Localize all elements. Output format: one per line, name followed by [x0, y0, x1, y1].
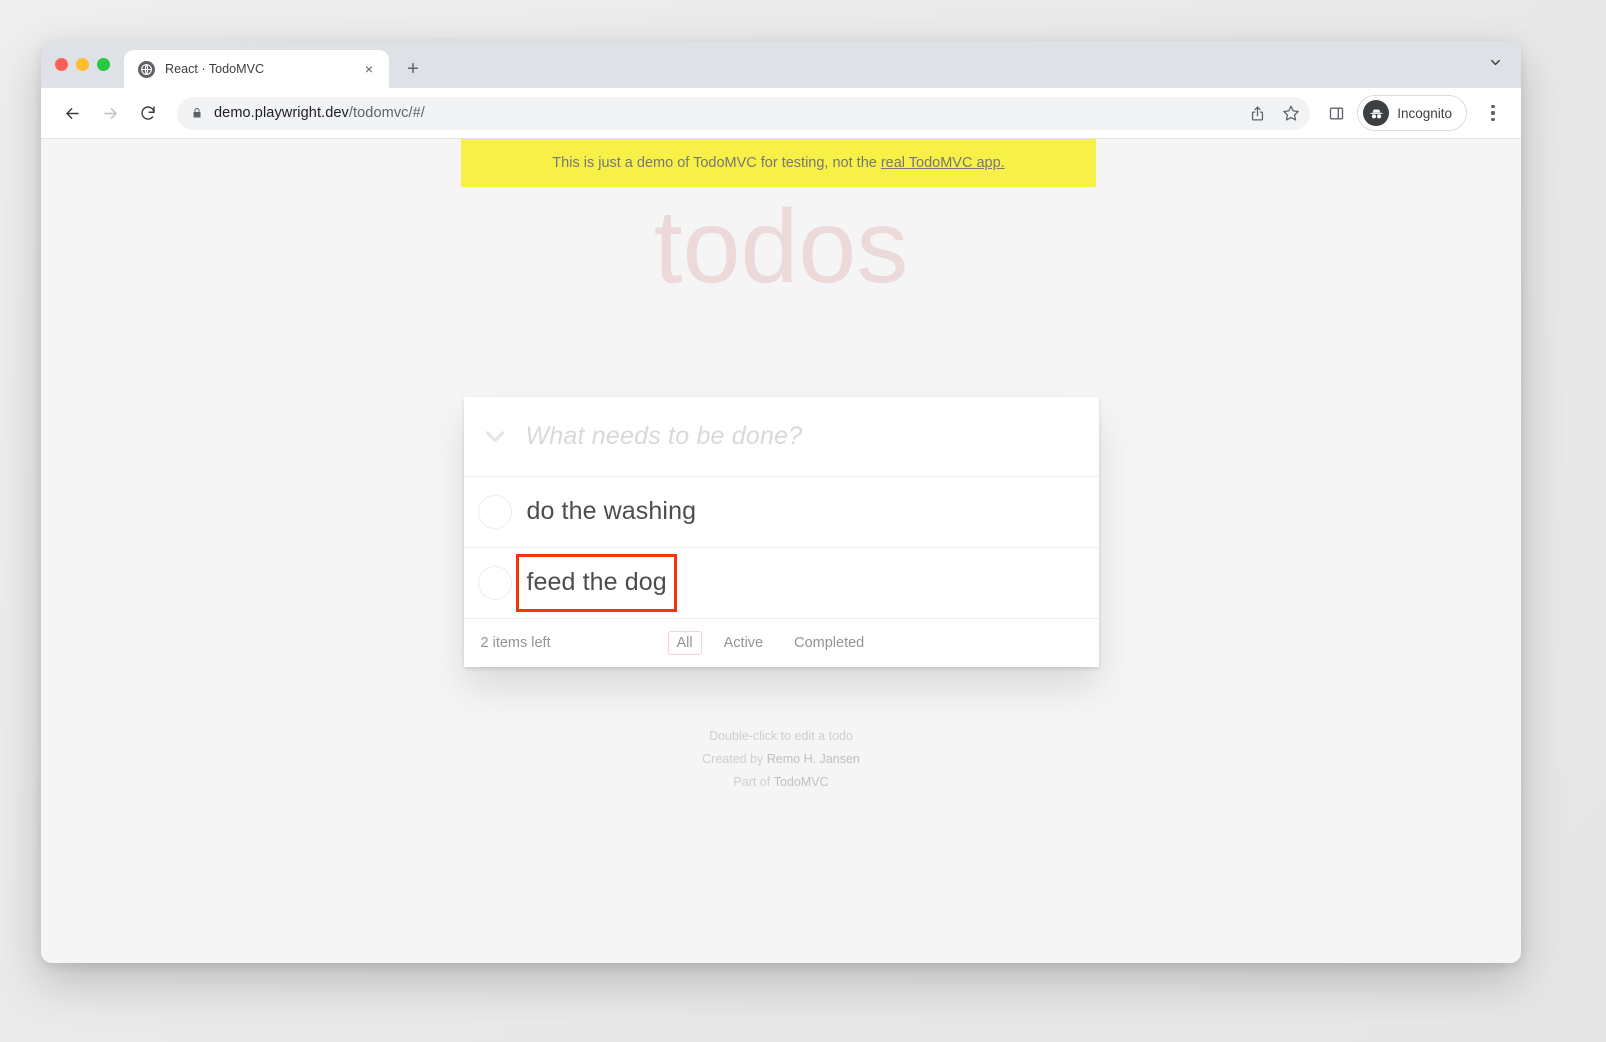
desktop-background: React · TodoMVC × + demo.playwright.dev/… — [0, 0, 1606, 1042]
browser-toolbar: demo.playwright.dev/todomvc/#/ Incognito — [41, 88, 1521, 139]
todo-list-item[interactable]: feed the dog — [463, 548, 1099, 619]
todo-filters: All Active Completed — [667, 630, 874, 655]
todo-app-card: What needs to be done? do the washing fe… — [463, 396, 1099, 667]
info-created-prefix: Created by — [702, 751, 767, 766]
info-line-part-of: Part of TodoMVC — [41, 771, 1521, 794]
url-path: /todomvc/#/ — [348, 105, 425, 121]
browser-tab[interactable]: React · TodoMVC × — [124, 50, 389, 88]
incognito-indicator[interactable]: Incognito — [1357, 95, 1467, 131]
url-text: demo.playwright.dev/todomvc/#/ — [214, 105, 425, 121]
toggle-all-chevron-down-icon[interactable] — [464, 421, 526, 451]
back-button[interactable] — [55, 96, 89, 130]
address-bar[interactable]: demo.playwright.dev/todomvc/#/ — [177, 96, 1311, 130]
page-title: todos — [653, 189, 909, 305]
info-author: Remo H. Jansen — [766, 751, 860, 766]
share-icon[interactable] — [1249, 105, 1266, 122]
window-traffic-lights — [55, 41, 124, 88]
maximize-window-button[interactable] — [97, 58, 110, 71]
filter-completed[interactable]: Completed — [785, 631, 873, 655]
filter-active[interactable]: Active — [715, 631, 773, 655]
filter-all[interactable]: All — [667, 630, 702, 655]
browser-menu-icon[interactable] — [1479, 96, 1507, 130]
incognito-icon — [1363, 100, 1390, 126]
todo-count: 2 items left — [480, 634, 551, 651]
new-todo-input[interactable]: What needs to be done? — [526, 422, 1099, 451]
new-tab-button[interactable]: + — [398, 54, 428, 84]
forward-button[interactable] — [93, 96, 127, 130]
app-info-footer: Double-click to edit a todo Created by R… — [41, 725, 1521, 794]
page-viewport: This is just a demo of TodoMVC for testi… — [41, 139, 1521, 963]
globe-icon — [138, 60, 155, 78]
side-panel-icon[interactable] — [1328, 105, 1345, 122]
toolbar-right-controls: Incognito — [1322, 95, 1507, 131]
browser-window: React · TodoMVC × + demo.playwright.dev/… — [41, 41, 1521, 963]
minimize-window-button[interactable] — [76, 58, 89, 71]
todo-toggle-checkbox[interactable] — [464, 565, 526, 600]
new-todo-row: What needs to be done? — [463, 397, 1099, 477]
todo-app-wrapper: todos What needs to be done? do the wash… — [41, 139, 1521, 794]
reload-button[interactable] — [131, 96, 165, 130]
chevron-down-icon[interactable] — [1488, 55, 1503, 75]
omnibox-actions — [1249, 104, 1300, 122]
info-line-created-by: Created by Remo H. Jansen — [41, 748, 1521, 771]
todo-item-label: feed the dog — [515, 553, 677, 612]
close-window-button[interactable] — [55, 58, 68, 71]
lock-icon — [191, 106, 203, 120]
unchecked-circle-icon — [477, 494, 512, 529]
info-line-edit-hint: Double-click to edit a todo — [709, 728, 853, 743]
todo-item-label: do the washing — [526, 496, 697, 525]
tab-strip: React · TodoMVC × + — [41, 41, 1521, 88]
todo-list-item[interactable]: do the washing — [463, 477, 1099, 548]
bookmark-star-icon[interactable] — [1282, 104, 1300, 122]
todo-footer: 2 items left All Active Completed — [464, 619, 1099, 667]
incognito-label: Incognito — [1397, 105, 1452, 121]
unchecked-circle-icon — [477, 565, 512, 600]
tab-title: React · TodoMVC — [165, 62, 265, 76]
info-part-prefix: Part of — [733, 774, 774, 789]
todo-toggle-checkbox[interactable] — [464, 494, 526, 529]
close-icon[interactable]: × — [359, 59, 379, 79]
info-project: TodoMVC — [773, 774, 829, 789]
url-domain: demo.playwright.dev — [214, 105, 349, 121]
